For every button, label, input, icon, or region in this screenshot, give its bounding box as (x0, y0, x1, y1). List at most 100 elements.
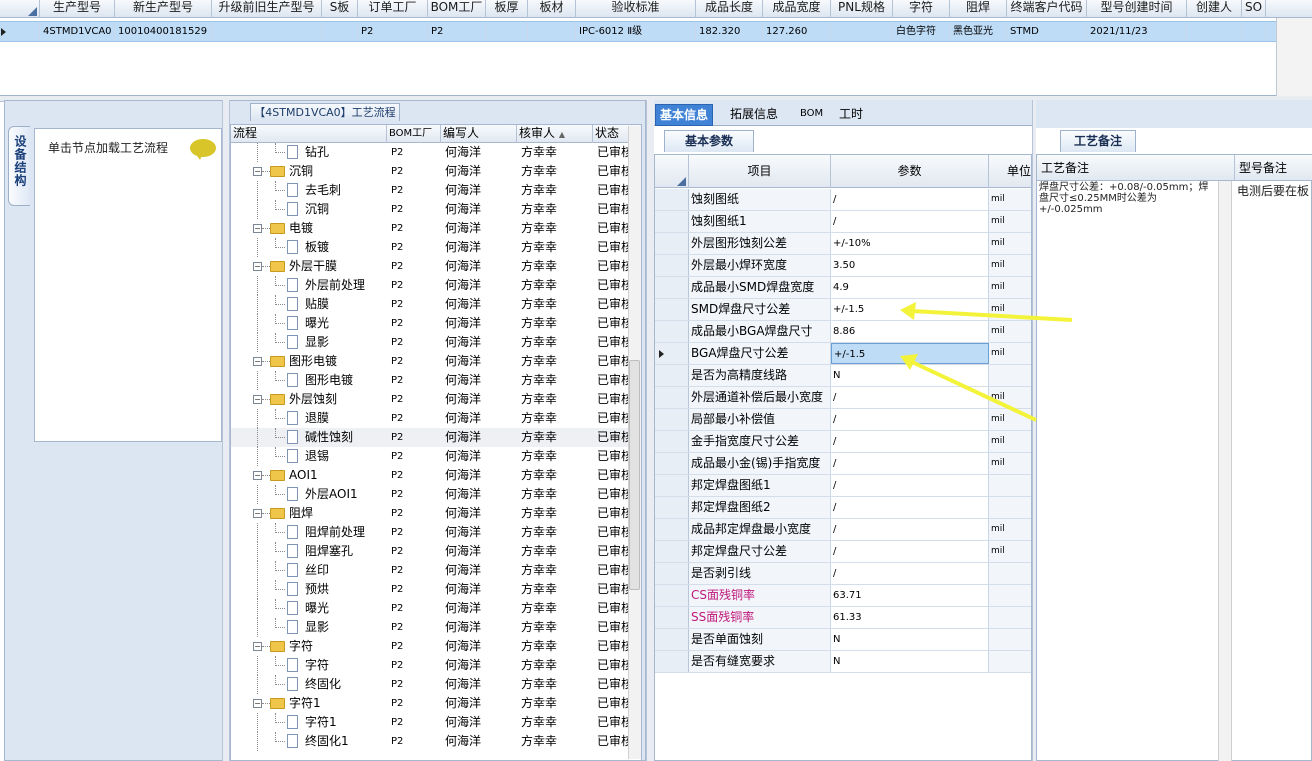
top-cell-9[interactable]: 182.320 (696, 22, 763, 41)
tree-row[interactable]: 贴膜 P2 何海洋 方幸幸 已审核 (231, 295, 631, 314)
param-value[interactable]: / (831, 211, 989, 232)
param-row[interactable]: 蚀刻图纸 / mil (655, 189, 1031, 211)
tree-row[interactable]: 退锡 P2 何海洋 方幸幸 已审核 (231, 447, 631, 466)
param-value[interactable]: N (831, 651, 989, 672)
tab-device-structure[interactable]: 设备结构 (8, 126, 30, 206)
tree-row[interactable]: 板镀 P2 何海洋 方幸幸 已审核 (231, 238, 631, 257)
row-selector[interactable] (655, 299, 689, 320)
col-item[interactable]: 项目 (689, 155, 831, 188)
tree-row[interactable]: 阻焊塞孔 P2 何海洋 方幸幸 已审核 (231, 542, 631, 561)
tree-row[interactable]: 曝光 P2 何海洋 方幸幸 已审核 (231, 314, 631, 333)
col-param[interactable]: 参数 (831, 155, 989, 188)
top-cell-1[interactable]: 10010400181529 (115, 22, 212, 41)
row-selector[interactable] (655, 365, 689, 386)
param-value[interactable]: N (831, 629, 989, 650)
tree-row[interactable]: − 沉铜 P2 何海洋 方幸幸 已审核 (231, 162, 631, 181)
tree-row[interactable]: 外层前处理 P2 何海洋 方幸幸 已审核 (231, 276, 631, 295)
row-selector[interactable] (655, 387, 689, 408)
param-row[interactable]: 局部最小补偿值 / mil (655, 409, 1031, 431)
tree-row[interactable]: 沉铜 P2 何海洋 方幸幸 已审核 (231, 200, 631, 219)
param-row[interactable]: 成品最小SMD焊盘宽度 4.9 mil (655, 277, 1031, 299)
tab-process-flow[interactable]: 【4STMD1VCA0】工艺流程 (250, 103, 400, 121)
col-flow[interactable]: 流程 (231, 125, 387, 143)
collapse-icon[interactable]: − (253, 471, 262, 480)
param-value[interactable]: / (831, 453, 989, 474)
top-cell-4[interactable]: P2 (358, 22, 428, 41)
top-col-9[interactable]: 成品长度 (696, 0, 763, 18)
top-col-5[interactable]: BOM工厂 (428, 0, 486, 18)
param-value[interactable]: 4.9 (831, 277, 989, 298)
param-row[interactable]: SMD焊盘尺寸公差 +/-1.5 mil (655, 299, 1031, 321)
top-cell-14[interactable]: STMD (1007, 22, 1087, 41)
top-col-14[interactable]: 终端客户代码 (1007, 0, 1087, 18)
top-grid-scrollbar[interactable] (1276, 18, 1312, 96)
collapse-icon[interactable]: − (253, 699, 262, 708)
col-writer[interactable]: 编写人 (441, 125, 517, 143)
param-value[interactable]: / (831, 387, 989, 408)
tree-row[interactable]: − AOI1 P2 何海洋 方幸幸 已审核 (231, 466, 631, 485)
tab-extended-info[interactable]: 拓展信息 (726, 104, 782, 126)
row-selector[interactable] (655, 475, 689, 496)
param-value[interactable]: 8.86 (831, 321, 989, 342)
middle-splitter[interactable] (646, 100, 654, 761)
param-value[interactable]: / (831, 475, 989, 496)
row-selector[interactable] (655, 409, 689, 430)
row-selector[interactable] (655, 431, 689, 452)
row-selector[interactable] (655, 629, 689, 650)
row-selector[interactable] (655, 519, 689, 540)
collapse-icon[interactable]: − (253, 167, 262, 176)
left-splitter[interactable] (222, 100, 230, 761)
row-selector[interactable] (655, 453, 689, 474)
collapse-icon[interactable]: − (253, 262, 262, 271)
param-value[interactable]: 63.71 (831, 585, 989, 606)
row-selector[interactable] (655, 255, 689, 276)
top-col-16[interactable]: 创建人 (1187, 0, 1242, 18)
top-col-2[interactable]: 升级前旧生产型号 (212, 0, 322, 18)
top-col-0[interactable]: 生产型号 (40, 0, 115, 18)
top-col-12[interactable]: 字符 (893, 0, 950, 18)
tab-basic-params[interactable]: 基本参数 (664, 130, 754, 152)
tree-row[interactable]: 退膜 P2 何海洋 方幸幸 已审核 (231, 409, 631, 428)
row-selector[interactable] (655, 211, 689, 232)
top-col-11[interactable]: PNL规格 (831, 0, 893, 18)
tree-row[interactable]: 去毛刺 P2 何海洋 方幸幸 已审核 (231, 181, 631, 200)
col-reviewer[interactable]: 核审人 ▲ (517, 125, 593, 143)
tree-row[interactable]: 字符 P2 何海洋 方幸幸 已审核 (231, 656, 631, 675)
top-col-4[interactable]: 订单工厂 (358, 0, 428, 18)
param-row[interactable]: 外层最小焊环宽度 3.50 mil (655, 255, 1031, 277)
param-value[interactable]: 3.50 (831, 255, 989, 276)
top-col-15[interactable]: 型号创建时间 (1087, 0, 1187, 18)
collapse-icon[interactable]: − (253, 357, 262, 366)
tree-row[interactable]: 外层AOI1 P2 何海洋 方幸幸 已审核 (231, 485, 631, 504)
row-selector[interactable] (655, 189, 689, 210)
top-cell-2[interactable] (212, 22, 322, 41)
tree-row[interactable]: 显影 P2 何海洋 方幸幸 已审核 (231, 618, 631, 637)
tree-row[interactable]: 阻焊前处理 P2 何海洋 方幸幸 已审核 (231, 523, 631, 542)
param-row[interactable]: 成品最小金(锡)手指宽度 / mil (655, 453, 1031, 475)
model-grid-row[interactable]: 4STMD1VCA0 10010400181529 P2 P2 IPC-6012 Ⅱ级 1… (0, 21, 1312, 42)
row-selector[interactable] (655, 497, 689, 518)
row-selector[interactable] (655, 651, 689, 672)
tree-scrollbar-thumb[interactable] (629, 360, 640, 590)
tree-row[interactable]: 钻孔 P2 何海洋 方幸幸 已审核 (231, 143, 631, 162)
select-all-corner[interactable] (655, 155, 689, 188)
col-model-note[interactable]: 型号备注 (1235, 155, 1312, 181)
top-cell-12[interactable]: 白色字符 (893, 22, 950, 41)
top-col-1[interactable]: 新生产型号 (115, 0, 212, 18)
top-cell-8[interactable]: IPC-6012 Ⅱ级 (576, 22, 696, 41)
top-cell-3[interactable] (322, 22, 358, 41)
param-value[interactable]: / (831, 431, 989, 452)
collapse-icon[interactable]: − (253, 224, 262, 233)
col-bom-factory[interactable]: BOM工厂 (387, 125, 441, 143)
tree-row[interactable]: 字符1 P2 何海洋 方幸幸 已审核 (231, 713, 631, 732)
top-cell-0[interactable]: 4STMD1VCA0 (40, 22, 115, 41)
param-row[interactable]: 外层通道补偿后最小宽度 / mil (655, 387, 1031, 409)
param-row[interactable]: BGA焊盘尺寸公差 +/-1.5 mil (655, 343, 1031, 365)
param-row[interactable]: 是否剥引线 / (655, 563, 1031, 585)
row-selector[interactable] (655, 343, 689, 364)
param-value[interactable]: 61.33 (831, 607, 989, 628)
top-cell-5[interactable]: P2 (428, 22, 486, 41)
tree-row[interactable]: 终固化 P2 何海洋 方幸幸 已审核 (231, 675, 631, 694)
param-row[interactable]: 金手指宽度尺寸公差 / mil (655, 431, 1031, 453)
top-cell-16[interactable] (1187, 22, 1242, 41)
